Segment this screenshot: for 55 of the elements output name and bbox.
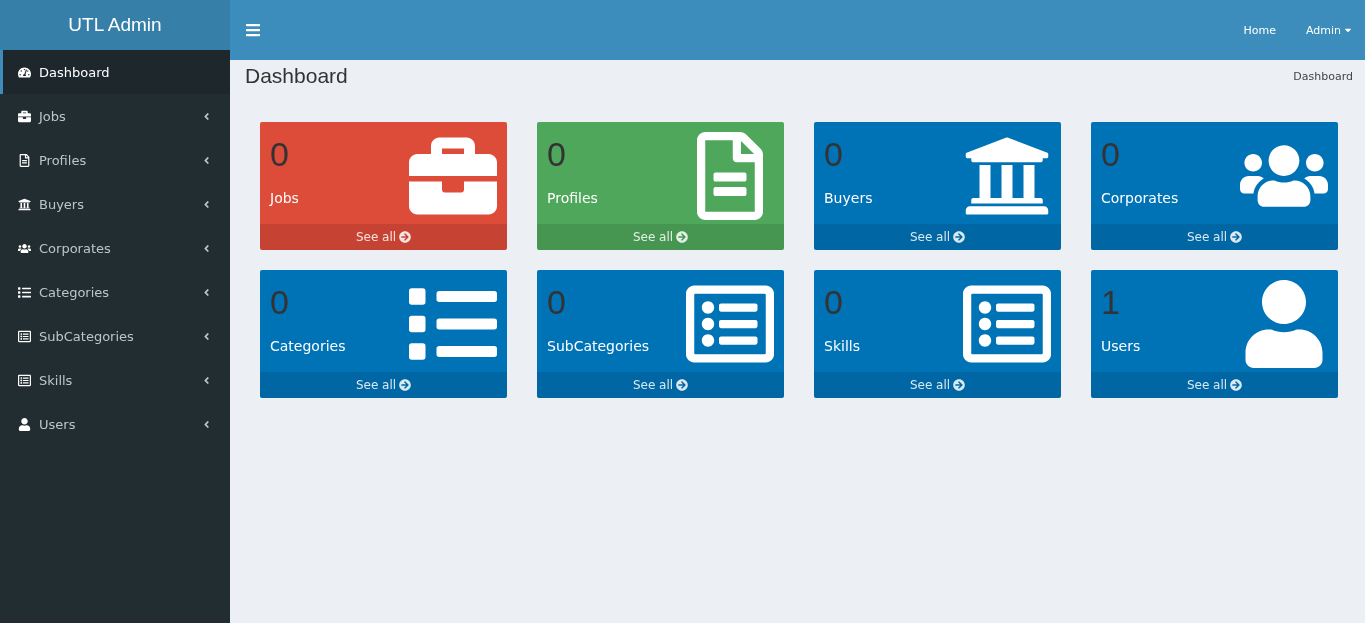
document-icon <box>18 153 31 167</box>
user-icon <box>18 417 31 431</box>
see-all-link[interactable]: See all <box>1091 224 1338 250</box>
stat-label: Buyers <box>824 190 874 206</box>
stat-label: SubCategories <box>547 338 651 354</box>
stat-count: 0 <box>824 282 844 323</box>
briefcase-icon <box>18 109 31 123</box>
arrow-icon <box>399 379 412 391</box>
bank-icon <box>18 197 31 211</box>
sidebar-item[interactable]: SubCategories <box>0 314 230 358</box>
stat-label: Profiles <box>547 190 599 206</box>
gauge-icon <box>18 65 31 79</box>
stat-label: Users <box>1101 338 1142 354</box>
stat-count: 0 <box>270 134 290 175</box>
stat-label: Skills <box>824 338 861 354</box>
nav-link[interactable]: Home <box>1243 23 1276 37</box>
stat-count: 0 <box>547 134 567 175</box>
list-card-icon <box>18 373 31 387</box>
sidebar-item[interactable]: Profiles <box>0 138 230 182</box>
stat-count: 0 <box>824 134 844 175</box>
arrow-icon <box>1230 379 1243 391</box>
sidebar-item[interactable]: Users <box>0 402 230 446</box>
breadcrumb[interactable]: Dashboard <box>1293 69 1353 83</box>
stat-count: 0 <box>547 282 567 323</box>
arrow-icon <box>399 231 412 243</box>
stat-label: Jobs <box>270 190 300 206</box>
nav-link[interactable]: Admin <box>1305 23 1353 37</box>
users-icon <box>18 241 31 255</box>
sidebar-item[interactable]: Dashboard <box>0 50 230 94</box>
arrow-icon <box>676 379 689 391</box>
stat-count: 0 <box>270 282 290 323</box>
see-all-link[interactable]: See all <box>814 224 1061 250</box>
sidebar-item[interactable]: Skills <box>0 358 230 402</box>
stat-count: 1 <box>1101 282 1121 323</box>
see-all-link[interactable]: See all <box>537 372 784 398</box>
list-icon <box>18 285 31 299</box>
sidebar-item[interactable]: Jobs <box>0 94 230 138</box>
arrow-icon <box>676 231 689 243</box>
menu-icon[interactable] <box>245 22 261 38</box>
list-card-icon <box>18 329 31 343</box>
sidebar-item[interactable]: Corporates <box>0 226 230 270</box>
arrow-icon <box>953 231 966 243</box>
see-all-link[interactable]: See all <box>814 372 1061 398</box>
stat-count: 0 <box>1101 134 1121 175</box>
sidebar-item[interactable]: Buyers <box>0 182 230 226</box>
sidebar-item[interactable]: Categories <box>0 270 230 314</box>
stat-label: Categories <box>270 338 347 354</box>
arrow-icon <box>953 379 966 391</box>
page-title: Dashboard <box>245 64 349 88</box>
see-all-link[interactable]: See all <box>1091 372 1338 398</box>
arrow-icon <box>1230 231 1243 243</box>
stat-label: Corporates <box>1101 190 1180 206</box>
see-all-link[interactable]: See all <box>260 372 507 398</box>
brand-title: UTL Admin <box>0 0 230 50</box>
see-all-link[interactable]: See all <box>260 224 507 250</box>
